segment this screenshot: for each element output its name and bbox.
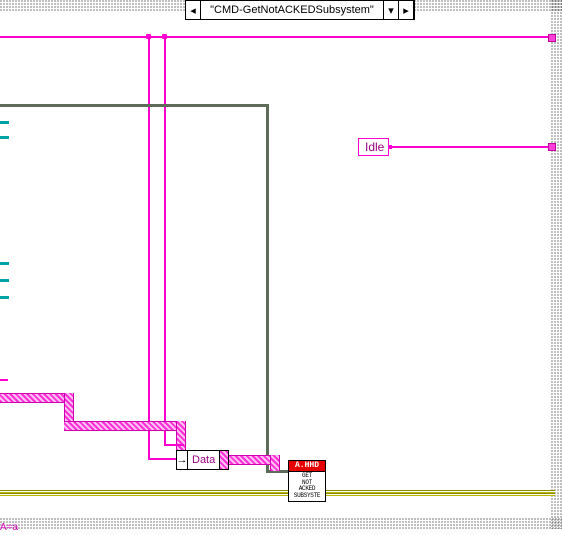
wire-magenta-to-ubn <box>148 458 176 460</box>
ubn-output-terminal <box>219 451 228 469</box>
wire-cyan-stub-3 <box>0 262 9 265</box>
wire-cyan-stub-4 <box>0 279 9 282</box>
unbundle-by-name-data[interactable]: → Data <box>176 450 229 470</box>
wire-idle-out <box>388 146 552 148</box>
case-next-button[interactable]: ▸ <box>398 1 414 19</box>
case-border-bottom <box>0 518 562 529</box>
wire-magenta-l-stub-379 <box>0 379 8 381</box>
wire-cluster-a <box>0 393 72 403</box>
wire-magenta-branch <box>164 444 184 446</box>
subvi-header: A.HHD <box>289 461 325 472</box>
case-border-right <box>551 0 562 529</box>
subvi-ahhd-get-not-acked-subsystem[interactable]: A.HHD GET NOT ACKED SUBSYSTE <box>288 460 326 502</box>
junction-magenta-1 <box>146 34 151 39</box>
wire-magenta-top <box>0 36 555 38</box>
ubn-field-label[interactable]: Data <box>188 451 219 469</box>
labview-block-diagram: ◂ "CMD-GetNotACKEDSubsystem" ▾ ▸ Idle <box>0 0 562 535</box>
case-dropdown-button[interactable]: ▾ <box>383 1 398 19</box>
junction-magenta-2 <box>162 34 167 39</box>
wire-cyan-stub-5 <box>0 296 9 299</box>
string-constant-idle-text: Idle <box>365 140 384 154</box>
wire-cluster-out-v <box>270 455 280 471</box>
wire-magenta-drop-left <box>148 36 150 460</box>
wire-cyan-stub-1 <box>0 121 9 124</box>
string-constant-idle[interactable]: Idle <box>358 138 389 156</box>
wire-grey-drop <box>266 104 269 472</box>
case-selector[interactable]: ◂ "CMD-GetNotACKEDSubsystem" ▾ ▸ <box>185 0 415 20</box>
wire-magenta-drop-right <box>164 36 166 446</box>
ubn-input-arrow: → <box>177 451 188 469</box>
case-prev-button[interactable]: ◂ <box>186 1 201 19</box>
wire-grey-in <box>0 104 268 107</box>
subvi-body-text: GET NOT ACKED SUBSYSTE <box>289 472 325 501</box>
wire-cyan-stub-2 <box>0 136 9 139</box>
tunnel-idle-right <box>548 143 556 151</box>
wire-olive-bottom-2 <box>0 493 555 496</box>
wire-cluster-c <box>64 421 184 431</box>
case-selected-label[interactable]: "CMD-GetNotACKEDSubsystem" <box>201 1 383 19</box>
footer-note: A=a <box>0 522 18 533</box>
tunnel-top-right <box>548 34 556 42</box>
